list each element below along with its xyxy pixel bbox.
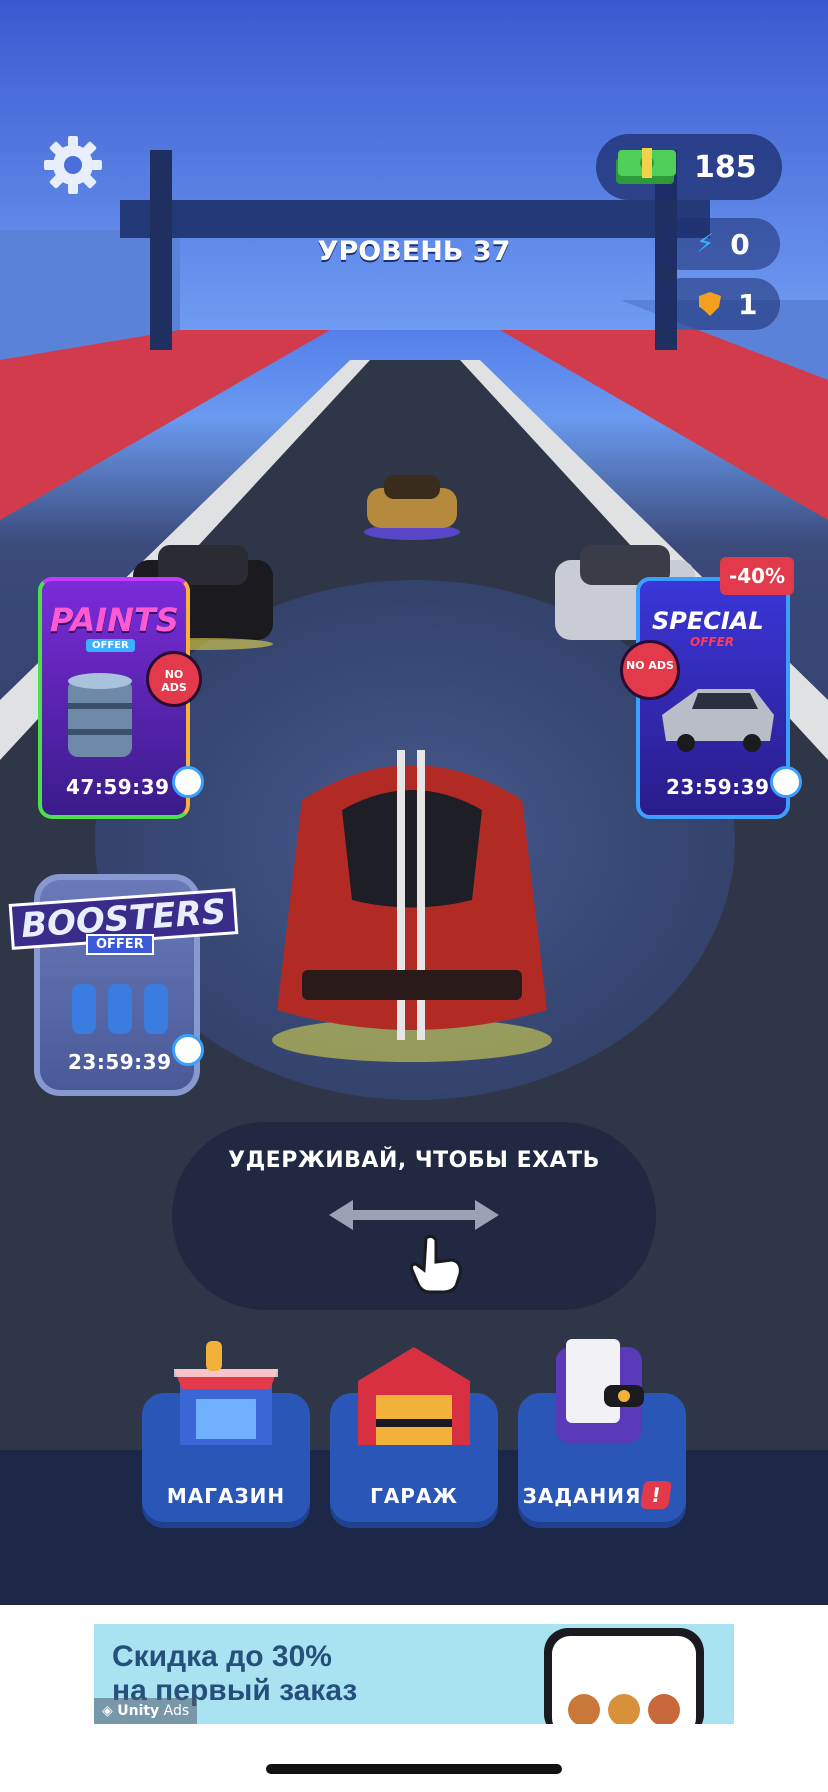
garage-label: ГАРАЖ [370, 1484, 458, 1508]
money-value: 185 [694, 149, 757, 185]
tasks-book-icon [556, 1339, 644, 1443]
drive-hint-text: УДЕРЖИВАЙ, ЧТОБЫ ЕХАТЬ [228, 1148, 600, 1173]
hand-pointer-icon [410, 1234, 462, 1294]
paints-title: PAINTS [50, 601, 179, 639]
double-arrow-icon [329, 1200, 499, 1230]
garage-button[interactable]: ГАРАЖ [330, 1347, 498, 1528]
ad-banner[interactable]: Скидка до 30% на первый заказ ◈ Unity Ad… [94, 1624, 734, 1724]
tasks-label-text: ЗАДАНИЯ [522, 1484, 642, 1508]
home-indicator[interactable] [266, 1764, 562, 1774]
garage-icon [358, 1347, 470, 1445]
special-timer: 23:59:39 [666, 775, 770, 799]
settings-button[interactable] [42, 134, 104, 196]
unity-brand: Unity [117, 1703, 160, 1719]
tasks-button[interactable]: ЗАДАНИЯ ! [518, 1339, 686, 1528]
cash-stack-icon [616, 148, 676, 184]
special-no-ads-badge: NO ADS [620, 640, 680, 700]
boosters-timer-icon [172, 1034, 204, 1066]
level-title: УРОВЕНЬ 37 [317, 236, 511, 267]
unity-ads-suffix: Ads [163, 1703, 190, 1719]
ad-headline-1: Скидка до 30% [112, 1640, 332, 1673]
tasks-alert-badge: ! [640, 1481, 672, 1509]
opponent-car-gold [364, 475, 460, 540]
special-no-ads-label: NO ADS [626, 659, 674, 672]
game-scene[interactable]: 185 ⚡ 0 1 УРОВЕНЬ 37 PAINTS OFFER NO ADS… [0, 0, 828, 1605]
drive-hint-panel[interactable]: УДЕРЖИВАЙ, ЧТОБЫ ЕХАТЬ [172, 1122, 656, 1310]
paints-timer-icon [172, 766, 204, 798]
shop-label: МАГАЗИН [166, 1484, 286, 1508]
shield-icon [699, 292, 721, 316]
delorean-car-icon [662, 689, 774, 752]
gear-icon [44, 136, 102, 194]
unity-logo-icon: ◈ [102, 1703, 113, 1719]
shield-counter[interactable]: 1 [656, 278, 780, 330]
boosters-timer: 23:59:39 [68, 1050, 172, 1074]
unity-ads-logo: ◈ Unity Ads [94, 1698, 198, 1724]
discount-badge: -40% [720, 557, 794, 595]
paints-offer-card[interactable]: PAINTS OFFER NO ADS 47:59:39 [38, 577, 202, 819]
shop-button[interactable]: МАГАЗИН [142, 1341, 310, 1528]
money-counter[interactable]: 185 [596, 134, 782, 200]
tasks-label: ЗАДАНИЯ [512, 1484, 652, 1508]
boosters-offer-tag: OFFER [86, 934, 154, 955]
shield-value: 1 [738, 287, 758, 321]
no-ads-badge: NO ADS [146, 651, 202, 707]
paints-offer-tag: OFFER [86, 639, 135, 652]
ad-phone-image [544, 1628, 704, 1724]
player-car-red [272, 750, 552, 1062]
special-title: SPECIAL [652, 607, 764, 635]
special-timer-icon [770, 766, 802, 798]
booster-bottles-icon [72, 984, 168, 1034]
special-offer-tag: OFFER [690, 635, 735, 649]
no-ads-label: NO ADS [161, 668, 187, 694]
paints-timer: 47:59:39 [66, 775, 170, 799]
shop-icon [174, 1341, 278, 1445]
paint-barrel-icon [68, 673, 132, 757]
